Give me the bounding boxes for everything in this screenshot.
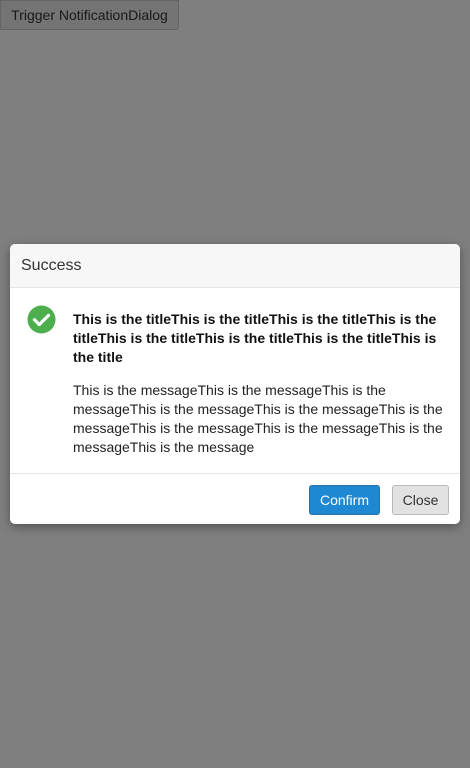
message-title: This is the titleThis is the titleThis i… [73,311,437,365]
message-content: This is the titleThis is the titleThis i… [73,310,445,457]
dialog-header: Success [10,244,460,288]
dialog-footer: Confirm Close [10,474,460,524]
message-text: This is the messageThis is the messageTh… [73,382,443,455]
notification-dialog: Success This is the titleThis is the tit… [10,244,460,524]
dialog-body: This is the titleThis is the titleThis i… [10,288,460,474]
confirm-button[interactable]: Confirm [309,485,380,515]
close-button[interactable]: Close [392,485,449,515]
dialog-title: Success [21,256,82,274]
check-circle-icon [27,305,56,334]
